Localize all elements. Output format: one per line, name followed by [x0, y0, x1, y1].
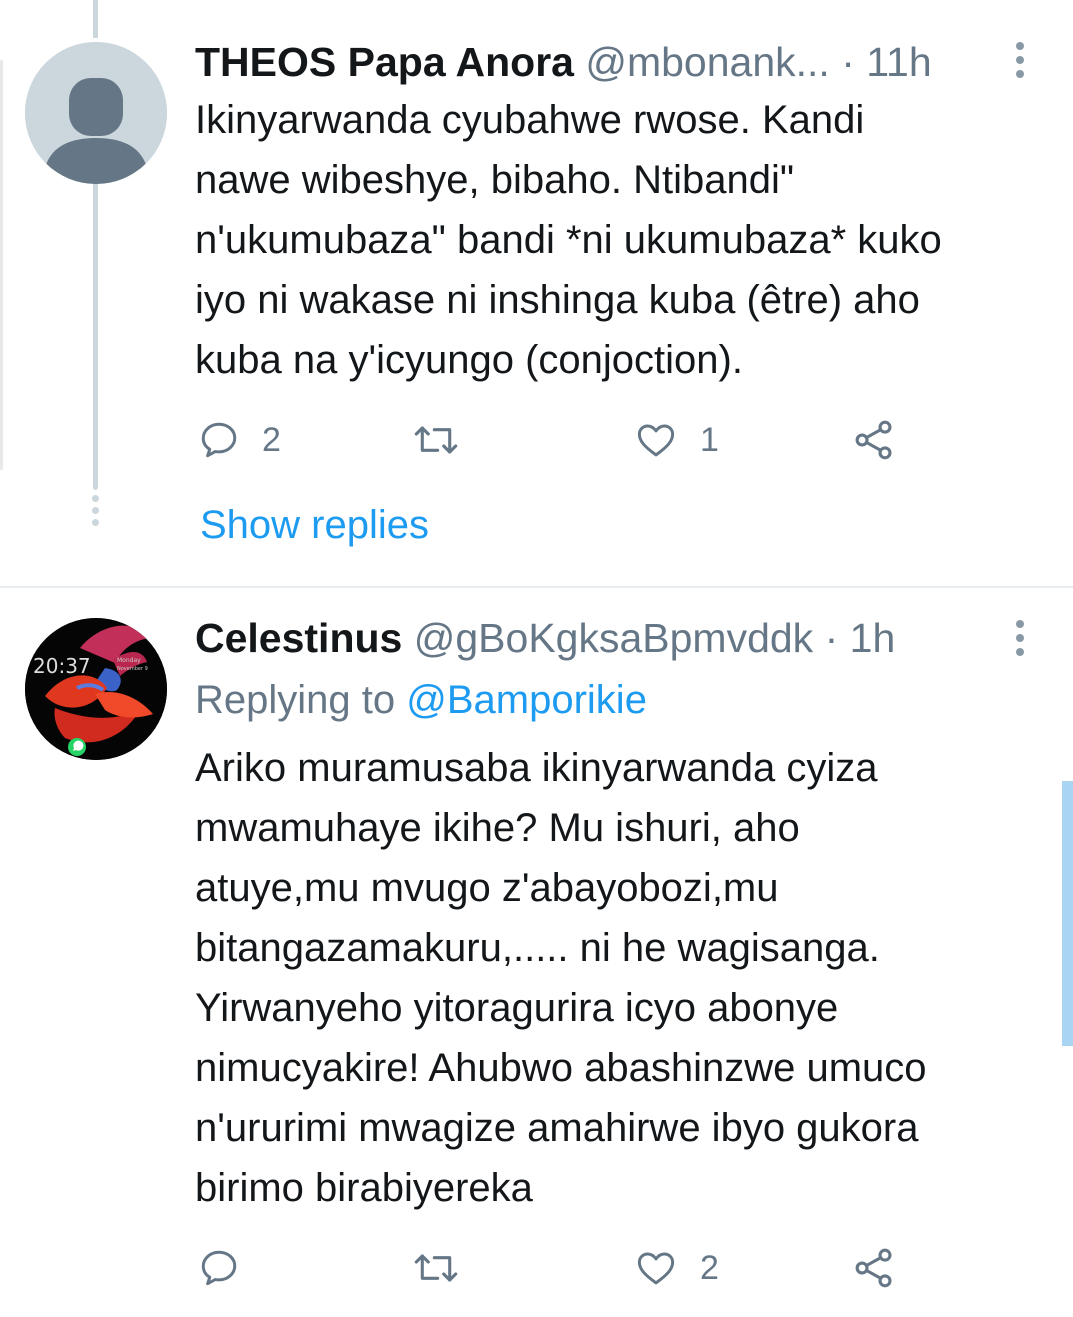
like-button[interactable]: 2	[634, 1246, 719, 1290]
reply-icon	[201, 422, 237, 458]
thread-continuation-dots	[91, 495, 100, 531]
replying-to-label: Replying to	[195, 678, 396, 722]
avatar-clock-text: 20:37	[33, 654, 91, 678]
replying-to-mention[interactable]: @Bamporikie	[406, 678, 647, 722]
panel-edge	[0, 60, 3, 470]
replying-to-line: Replying to @Bamporikie	[195, 676, 647, 724]
display-name[interactable]: THEOS Papa Anora	[195, 39, 574, 85]
share-button[interactable]	[852, 1246, 896, 1290]
tweet-header: THEOS Papa Anora @mbonank... · 11h	[195, 38, 932, 86]
thread-line	[93, 178, 98, 490]
like-count: 1	[700, 420, 719, 459]
reply-button[interactable]	[198, 1246, 262, 1290]
reply-button[interactable]: 2	[198, 418, 281, 462]
user-handle[interactable]: @mbonank...	[585, 39, 829, 85]
heart-icon	[637, 1252, 675, 1285]
avatar-day-text: Monday	[117, 657, 141, 664]
retweet-button[interactable]	[412, 418, 482, 462]
like-button[interactable]: 1	[634, 418, 719, 462]
more-options-button[interactable]	[1008, 620, 1032, 664]
tweet-header: Celestinus @gBoKgksaBpmvddk · 1h	[195, 614, 895, 662]
reply-count: 2	[262, 420, 281, 459]
scrollbar[interactable]	[1062, 781, 1073, 1046]
like-count: 2	[700, 1248, 719, 1287]
avatar[interactable]: 20:37 Monday November 9	[25, 618, 167, 760]
retweet-icon	[414, 426, 458, 454]
avatar-date-text: November 9	[117, 666, 148, 672]
separator-dot: ·	[841, 39, 855, 85]
share-icon	[855, 420, 892, 460]
timestamp[interactable]: 1h	[850, 615, 896, 661]
show-replies-link[interactable]: Show replies	[200, 501, 429, 549]
tweet-divider	[0, 586, 1073, 588]
share-button[interactable]	[852, 418, 896, 462]
retweet-button[interactable]	[412, 1246, 482, 1290]
display-name[interactable]: Celestinus	[195, 615, 402, 661]
user-handle[interactable]: @gBoKgksaBpmvddk	[414, 615, 813, 661]
betta-fish-avatar: 20:37 Monday November 9	[25, 618, 167, 760]
avatar[interactable]	[25, 42, 167, 184]
more-options-button[interactable]	[1008, 42, 1032, 86]
heart-icon	[637, 424, 675, 457]
share-icon	[855, 1248, 892, 1288]
timestamp[interactable]: 11h	[866, 39, 931, 85]
thread-line-top	[93, 0, 98, 38]
retweet-icon	[414, 1254, 458, 1282]
reply-icon	[201, 1250, 237, 1286]
tweet-text: Ikinyarwanda cyubahwe rwose. Kandi nawe …	[195, 98, 942, 382]
default-avatar-icon	[25, 42, 167, 184]
tweet-text: Ariko muramusaba ikinyarwanda cyiza mwam…	[195, 746, 927, 1210]
separator-dot: ·	[824, 615, 839, 661]
